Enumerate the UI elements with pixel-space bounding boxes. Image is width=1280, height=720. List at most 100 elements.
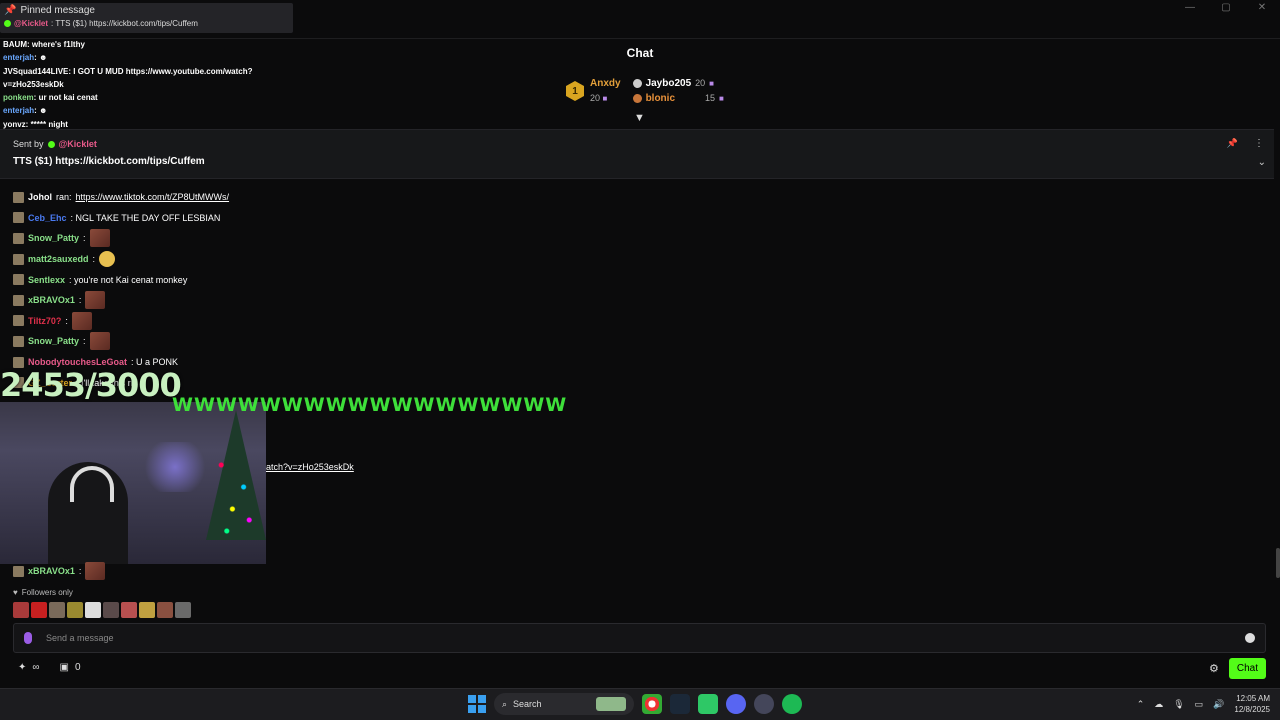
screen: — ▢ ✕ 📌 Pinned message @Kicklet: TTS ($1)… (0, 0, 1280, 720)
avatar (13, 315, 24, 327)
microphone-icon[interactable] (24, 632, 32, 644)
microphone-icon[interactable]: 🎙 (1173, 699, 1184, 710)
list-item[interactable]: xBRAVOx1: (13, 290, 713, 311)
avatar (13, 212, 24, 224)
emote (85, 562, 106, 580)
more-options-icon[interactable]: ⋮ (1254, 138, 1264, 149)
overlay-chat-text: ***** night (28, 119, 68, 129)
clock[interactable]: 12:05 AM 12/8/2025 (1234, 693, 1270, 715)
pin-icon: 📌 (4, 5, 17, 16)
date: 12/8/2025 (1234, 705, 1270, 714)
emote[interactable] (31, 602, 47, 618)
verified-icon (4, 20, 11, 27)
message-input[interactable] (46, 633, 1245, 643)
chrome-icon[interactable] (642, 694, 662, 714)
gear-icon[interactable]: ⚙ (1209, 662, 1219, 675)
avatar (13, 335, 24, 347)
infinity-icon: ∞ (32, 662, 40, 673)
leaderboard-first-count: 20 (590, 92, 601, 103)
message-user[interactable]: Tiltz70? (28, 316, 61, 326)
gift-box-icon: ▣ (59, 662, 69, 673)
cloud-icon[interactable]: ☁ (1154, 699, 1163, 710)
emote[interactable] (157, 602, 173, 618)
message-text: ran: (56, 192, 72, 203)
pinned-text: TTS ($1) https://kickbot.com/tips/Cuffem (13, 156, 205, 167)
list-item[interactable]: Snow_Patty: (13, 331, 713, 352)
chevron-down-icon[interactable]: ⌄ (1258, 157, 1266, 168)
search-label: Search (513, 699, 542, 709)
taskbar-search[interactable]: ⌕ Search (494, 693, 634, 715)
avatar (13, 274, 24, 286)
message-user[interactable]: Snow_Patty (28, 233, 79, 243)
message-user[interactable]: Snow_Patty (28, 336, 79, 346)
message-link[interactable]: https://www.tiktok.com/t/ZP8UtMWWs/ (76, 192, 230, 202)
message-user[interactable]: Sentlexx (28, 275, 65, 285)
message-user[interactable]: matt2sauxedd (28, 254, 89, 264)
chat-footer-right: ⚙ Chat (1209, 658, 1266, 679)
list-item[interactable]: Johol ran: https://www.tiktok.com/t/ZP8Ut… (13, 187, 713, 208)
pinned-message-banner[interactable]: Sent by @Kicklet TTS ($1) https://kickbo… (0, 129, 1274, 179)
close-button[interactable]: ✕ (1244, 0, 1280, 16)
overlay-link[interactable]: atch?v=zHo253eskDk (266, 462, 354, 472)
overlay-chat-user: JVSquad144LIVE (3, 66, 69, 76)
followers-only-label: Followers only (21, 588, 73, 597)
emote[interactable] (121, 602, 137, 618)
list-item[interactable]: Ceb_Ehc: NGL TAKE THE DAY OFF LESBIAN (13, 208, 713, 229)
leaderboard-first[interactable]: 1 Anxdy 20 ■ (566, 77, 621, 106)
send-chat-button[interactable]: Chat (1228, 658, 1266, 679)
steam-icon[interactable] (670, 694, 690, 714)
discord-icon[interactable] (726, 694, 746, 714)
emoji-icon (99, 251, 116, 268)
message-text: : NGL TAKE THE DAY OFF LESBIAN (70, 212, 221, 223)
overlay-pinned-message: 📌 Pinned message @Kicklet: TTS ($1) https… (0, 3, 293, 33)
emote[interactable] (175, 602, 191, 618)
maximize-button[interactable]: ▢ (1208, 0, 1244, 16)
message-user[interactable]: xBRAVOx1 (28, 295, 75, 305)
list-item[interactable]: Sentlexx : you're not Kai cenat monkey (13, 269, 713, 290)
gift-widget[interactable]: ▣ 0 (60, 662, 81, 673)
minimize-button[interactable]: — (1172, 0, 1208, 16)
pin-icon[interactable]: 📌 (1227, 138, 1238, 149)
emote[interactable] (103, 602, 119, 618)
collapse-chevron-icon[interactable]: ▼ (634, 112, 645, 124)
volume-icon[interactable]: 🔊 (1213, 699, 1224, 710)
leaderboard-second[interactable]: Jaybo205 20 ■ (632, 76, 724, 91)
goal-counter: 2453/3000 (0, 366, 182, 404)
emoji-picker-icon[interactable] (1245, 633, 1255, 643)
message-input-box[interactable] (13, 623, 1266, 653)
pinned-user[interactable]: @Kicklet (59, 139, 97, 149)
list-item[interactable]: Tiltz70?: (13, 311, 713, 332)
leaderboard-second-count: 20 (695, 78, 706, 88)
points-widget[interactable]: ✦ ∞ (18, 662, 40, 673)
app-icon[interactable] (754, 694, 774, 714)
message-user[interactable]: Ceb_Ehc (28, 213, 67, 223)
emote[interactable] (67, 602, 83, 618)
list-item[interactable]: xBRAVOx1 : (13, 562, 106, 580)
emote[interactable] (85, 602, 101, 618)
spotify-icon[interactable] (782, 694, 802, 714)
list-item[interactable]: Snow_Patty: (13, 228, 713, 249)
network-icon[interactable]: ▭ (1195, 699, 1204, 710)
kick-app-icon[interactable] (698, 694, 718, 714)
chevron-up-icon[interactable]: ⌃ (1137, 699, 1145, 710)
message-user[interactable]: xBRAVOx1 (28, 566, 75, 576)
overlay-chat-user: enterjah (3, 106, 35, 116)
scrollbar[interactable] (1276, 548, 1280, 578)
leaderboard-third[interactable]: blonic 15 ■ (632, 91, 724, 106)
divider (0, 38, 1280, 39)
list-item[interactable]: matt2sauxedd: (13, 249, 713, 270)
emote[interactable] (49, 602, 65, 618)
taskbar: ⌕ Search ⌃ ☁ 🎙 ▭ 🔊 12:05 AM 12/8/2025 (0, 688, 1280, 720)
gold-medal-icon: 1 (566, 81, 584, 101)
chat-footer-left: ✦ ∞ ▣ 0 (18, 662, 81, 673)
emote (71, 311, 92, 330)
sparkle-icon: ✦ (18, 662, 27, 673)
message-user[interactable]: Johol (28, 192, 52, 202)
windows-start-icon[interactable] (468, 695, 486, 713)
emote[interactable] (13, 602, 29, 618)
gift-icon: ■ (719, 94, 724, 103)
emote[interactable] (139, 602, 155, 618)
silver-medal-icon (632, 79, 642, 88)
gift-icon: ■ (602, 93, 608, 103)
message-text: : you're not Kai cenat monkey (69, 274, 188, 285)
